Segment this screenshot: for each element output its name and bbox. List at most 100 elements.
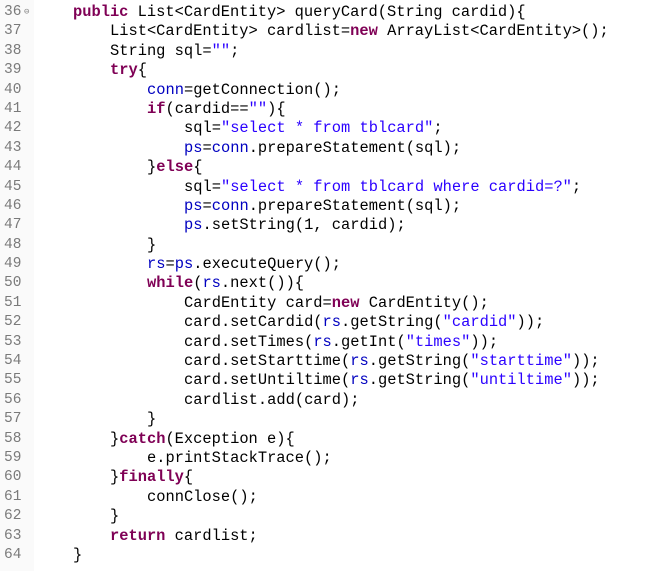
line-number: 46 [4, 197, 22, 214]
code-token: ){ [267, 99, 286, 118]
code-line[interactable]: 47 ps.setString(1, cardid); [0, 216, 653, 235]
string-literal-token: "" [211, 41, 231, 60]
code-text: if(cardid==""){ [147, 100, 286, 119]
code-text: while(rs.next()){ [147, 274, 304, 293]
code-editor[interactable]: 36 ⊖ public List<CardEntity> queryCard(Str… [0, 3, 653, 565]
code-line[interactable]: 40 conn=getConnection(); [0, 81, 653, 100]
code-token: (cardid== [165, 99, 249, 118]
code-line[interactable]: 45 sql="select * from tblcard where cardi… [0, 178, 653, 197]
line-number: 38 [4, 42, 22, 59]
keyword-token: try [110, 61, 138, 80]
keyword-token: new [331, 293, 360, 312]
line-number: 48 [4, 236, 22, 253]
code-token: =getConnection(); [183, 80, 341, 99]
code-token: e.printStackTrace(); [147, 448, 332, 467]
code-token: )); [516, 313, 545, 332]
line-number: 63 [4, 527, 22, 544]
line-number: 56 [4, 391, 22, 408]
code-text: }finally{ [110, 468, 193, 487]
code-line[interactable]: 46 ps=conn.prepareStatement(sql); [0, 197, 653, 216]
code-line[interactable]: 38 String sql=""; [0, 42, 653, 61]
code-line[interactable]: 60 }finally{ [0, 468, 653, 487]
code-line[interactable]: 61 connClose(); [0, 488, 653, 507]
code-token: .getString( [341, 313, 443, 332]
line-number: 62 [4, 508, 22, 525]
code-token: } [73, 545, 83, 564]
line-number: 41 [4, 100, 22, 117]
code-token: .getString( [368, 371, 471, 390]
code-text: } [73, 546, 82, 565]
code-line[interactable]: 52 card.setCardid(rs.getString("cardid"))… [0, 313, 653, 332]
line-number: 54 [4, 353, 22, 370]
code-line[interactable]: 55 card.setUntiltime(rs.getString("untilt… [0, 371, 653, 390]
line-number: 53 [4, 333, 22, 350]
code-line[interactable]: 56 cardlist.add(card); [0, 391, 653, 410]
line-number: 49 [4, 256, 22, 273]
code-token: .executeQuery(); [193, 255, 341, 274]
code-line[interactable]: 43 ps=conn.prepareStatement(sql); [0, 139, 653, 158]
keyword-token: return [110, 526, 166, 545]
code-text: }else{ [147, 158, 202, 177]
line-number: 57 [4, 411, 22, 428]
code-line[interactable]: 64} [0, 546, 653, 565]
field-token: conn [147, 80, 184, 99]
code-token: { [137, 61, 147, 80]
code-text: sql="select * from tblcard"; [184, 119, 443, 138]
code-text: conn=getConnection(); [147, 81, 341, 100]
line-number: 61 [4, 488, 22, 505]
code-token: ArrayList<CardEntity>(); [377, 22, 609, 41]
code-token: ; [433, 119, 443, 138]
code-line[interactable]: 37 List<CardEntity> cardlist=new ArrayLis… [0, 22, 653, 41]
code-token: List<CardEntity> queryCard(String cardid… [128, 3, 526, 21]
field-token: rs [313, 332, 332, 351]
code-line[interactable]: 36 ⊖ public List<CardEntity> queryCard(Str… [0, 3, 653, 22]
code-text: public List<CardEntity> queryCard(String… [73, 3, 526, 22]
collapse-fold-icon[interactable]: ⊖ [24, 3, 29, 22]
code-line[interactable]: 44}else{ [0, 158, 653, 177]
code-line[interactable]: 48} [0, 236, 653, 255]
code-line[interactable]: 51 CardEntity card=new CardEntity(); [0, 294, 653, 313]
code-token: .prepareStatement(sql); [248, 138, 462, 157]
code-line[interactable]: 42 sql="select * from tblcard"; [0, 119, 653, 138]
code-text: try{ [110, 61, 147, 80]
code-line[interactable]: 62} [0, 507, 653, 526]
code-line[interactable]: 53 card.setTimes(rs.getInt("times")); [0, 333, 653, 352]
line-number: 43 [4, 139, 22, 156]
code-token: CardEntity(); [359, 293, 489, 312]
code-line[interactable]: 39 try{ [0, 61, 653, 80]
code-text: card.setStarttime(rs.getString("starttim… [184, 352, 600, 371]
code-text: } [110, 507, 119, 526]
code-line[interactable]: 50 while(rs.next()){ [0, 274, 653, 293]
field-token: ps [174, 255, 194, 274]
code-line[interactable]: 59 e.printStackTrace(); [0, 449, 653, 468]
line-number: 45 [4, 178, 22, 195]
code-text: String sql=""; [110, 42, 239, 61]
code-token: cardlist.add(card); [184, 390, 360, 409]
code-token: ; [230, 41, 240, 60]
code-token: } [147, 410, 157, 429]
code-line[interactable]: 41 if(cardid==""){ [0, 100, 653, 119]
code-text: List<CardEntity> cardlist=new ArrayList<… [110, 22, 609, 41]
field-token: rs [350, 371, 369, 390]
code-line[interactable]: 58}catch(Exception e){ [0, 430, 653, 449]
code-text: } [147, 236, 156, 255]
code-line[interactable]: 49 rs=ps.executeQuery(); [0, 255, 653, 274]
line-number: 60 [4, 469, 22, 486]
field-token: conn [211, 138, 249, 157]
code-token: )); [571, 352, 600, 371]
code-text: card.setCardid(rs.getString("cardid")); [184, 313, 544, 332]
string-literal-token: "times" [405, 332, 471, 351]
code-text: connClose(); [147, 488, 258, 507]
keyword-token: while [147, 274, 194, 293]
field-token: rs [322, 313, 342, 332]
code-token: } [147, 158, 157, 177]
code-line[interactable]: 54 card.setStarttime(rs.getString("startt… [0, 352, 653, 371]
code-line[interactable]: 63 return cardlist; [0, 527, 653, 546]
field-token: ps [184, 196, 203, 215]
code-text: ps.setString(1, cardid); [184, 216, 406, 235]
code-line[interactable]: 57} [0, 410, 653, 429]
code-token: .setString(1, cardid); [202, 216, 406, 235]
code-token: } [147, 235, 157, 254]
code-text: } [147, 410, 156, 429]
code-token: sql= [184, 119, 221, 138]
